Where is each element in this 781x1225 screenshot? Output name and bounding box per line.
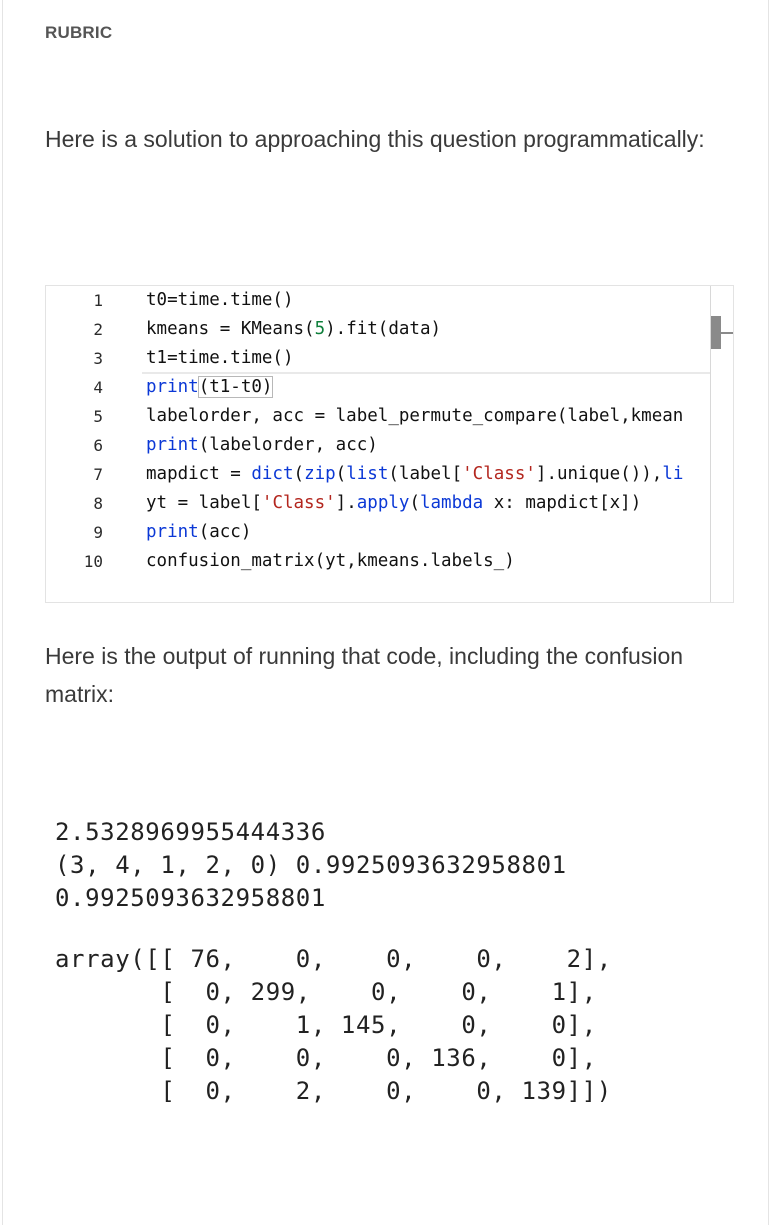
code-token: confusion_matrix(yt,kmeans.labels_) (146, 551, 515, 571)
code-token: ).fit(data) (325, 319, 442, 339)
line-number: 8 (93, 494, 103, 513)
line-number: 9 (93, 523, 103, 542)
code-token: print (146, 435, 199, 455)
output-text: 2.5328969955444336 (3, 4, 1, 2, 0) 0.9925… (55, 816, 567, 915)
scrollbar-thumb[interactable] (711, 316, 721, 349)
code-line[interactable]: 8 yt = label['Class'].apply(lambda x: map… (46, 489, 733, 518)
code-text: print(acc) (146, 518, 251, 547)
code-text: print(labelorder, acc) (146, 431, 378, 460)
code-token: t1=time.time() (146, 348, 294, 368)
code-token: (label[ (388, 464, 463, 484)
code-line[interactable]: 10 confusion_matrix(yt,kmeans.labels_) (46, 547, 733, 576)
code-token: (acc) (198, 522, 252, 542)
code-text: kmeans = KMeans(5).fit(data) (146, 315, 441, 344)
line-number: 7 (93, 465, 103, 484)
code-token: 'Class' (261, 493, 336, 513)
line-number: 6 (93, 436, 103, 455)
code-token: li (662, 464, 684, 484)
code-text: print(t1-t0) (146, 373, 274, 402)
rubric-label: RUBRIC (45, 23, 113, 42)
code-token: labelorder, acc = label_permute_compare(… (146, 406, 684, 426)
code-text: confusion_matrix(yt,kmeans.labels_) (146, 547, 515, 576)
code-text: labelorder, acc = label_permute_compare(… (146, 402, 683, 431)
code-token: (labelorder, acc) (198, 435, 378, 455)
code-text: t0=time.time() (146, 286, 294, 315)
code-line[interactable]: 5 labelorder, acc = label_permute_compare… (46, 402, 733, 431)
line-number: 3 (93, 349, 103, 368)
matrix-row: [ 0, 1, 145, 0, 0], (55, 1011, 597, 1039)
line-number: 4 (93, 378, 103, 397)
line-number: 10 (83, 552, 103, 571)
output-line-time: 2.5328969955444336 (55, 818, 326, 846)
line-number: 2 (93, 320, 103, 339)
code-token: print (146, 377, 199, 397)
code-token: ].unique()), (535, 464, 663, 484)
code-token: list (346, 464, 389, 484)
line-number: 5 (93, 407, 103, 426)
vertical-scrollbar[interactable] (710, 286, 733, 602)
scrollbar-marker (721, 332, 733, 334)
matrix-row: [ 0, 0, 0, 136, 0], (55, 1044, 597, 1072)
code-line[interactable]: 7 mapdict = dict(zip(list(label['Class'].… (46, 460, 733, 489)
code-token: mapdict = (146, 464, 252, 484)
code-editor[interactable]: 1 t0=time.time() 2 kmeans = KMeans(5).fit(d… (45, 285, 734, 603)
code-token: kmeans = KMeans( (146, 319, 315, 339)
matrix-row: array([[ 76, 0, 0, 0, 2], (55, 945, 612, 973)
code-token: ( (293, 464, 305, 484)
code-text: t1=time.time() (146, 344, 294, 373)
matrix-row: [ 0, 2, 0, 0, 139]]) (55, 1077, 612, 1105)
output-line-labelorder: (3, 4, 1, 2, 0) 0.9925093632958801 (55, 851, 567, 879)
code-token: (t1-t0) (197, 376, 274, 398)
matrix-row: [ 0, 299, 0, 0, 1], (55, 978, 597, 1006)
output-intro-paragraph: Here is the output of running that code,… (45, 643, 684, 707)
code-token: lambda (419, 493, 484, 513)
code-token: ( (409, 493, 420, 513)
line-number: 1 (93, 291, 103, 310)
code-token: 5 (314, 319, 326, 339)
code-token: zip (304, 464, 336, 484)
code-line[interactable]: 1 t0=time.time() (46, 286, 733, 315)
intro-paragraph: Here is a solution to approaching this q… (45, 126, 705, 152)
code-token: 'Class' (462, 464, 536, 484)
code-line[interactable]: 2 kmeans = KMeans(5).fit(data) (46, 315, 733, 344)
code-line[interactable]: 6 print(labelorder, acc) (46, 431, 733, 460)
code-token: print (146, 522, 199, 542)
code-line[interactable]: 3 t1=time.time() (46, 344, 733, 373)
code-token: ( (335, 464, 347, 484)
code-token: ]. (335, 493, 357, 513)
code-text: yt = label['Class'].apply(lambda x: mapd… (146, 489, 641, 518)
output-line-accuracy: 0.9925093632958801 (55, 884, 326, 912)
code-token: t0=time.time() (146, 290, 294, 310)
code-token: apply (356, 493, 410, 513)
code-line[interactable]: 9 print(acc) (46, 518, 733, 547)
code-token: yt = label[ (146, 493, 262, 513)
rubric-card: RUBRIC Here is a solution to approaching… (2, 0, 769, 1225)
code-line[interactable]: 4 print(t1-t0) (46, 373, 733, 402)
confusion-matrix-output: array([[ 76, 0, 0, 0, 2], [ 0, 299, 0, 0… (55, 943, 612, 1108)
code-token: dict (251, 464, 294, 484)
code-text: mapdict = dict(zip(list(label['Class'].u… (146, 460, 683, 489)
code-token: x: mapdict[x]) (483, 493, 642, 513)
